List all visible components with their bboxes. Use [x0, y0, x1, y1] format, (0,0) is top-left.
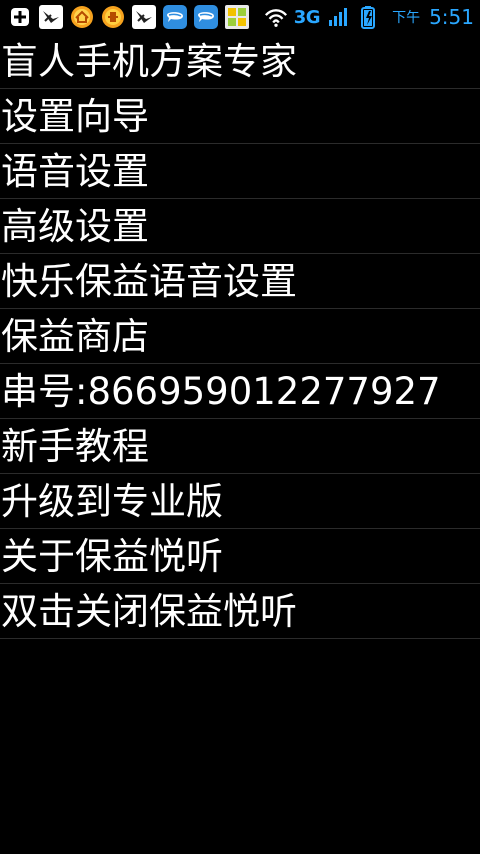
time-period-label: 下午 — [392, 10, 421, 26]
clock-label: 5:51 — [429, 5, 474, 29]
status-bar: 3G 下午 5:51 — [0, 0, 480, 34]
home-app-icon — [70, 5, 94, 29]
menu-item-voice-settings[interactable]: 语音设置 — [0, 144, 480, 199]
coin-app-icon — [101, 5, 125, 29]
battery-charging-icon — [356, 5, 380, 29]
menu-item-upgrade-pro[interactable]: 升级到专业版 — [0, 474, 480, 529]
bird-app-icon — [132, 5, 156, 29]
grid-app-icon — [225, 5, 249, 29]
wifi-icon — [264, 5, 288, 29]
menu-item-imei[interactable]: 串号:866959012277927 — [0, 364, 480, 419]
signal-icon — [326, 5, 350, 29]
notification-icons — [8, 5, 249, 29]
bird-app-icon — [39, 5, 63, 29]
chat-app-icon — [163, 5, 187, 29]
menu-item-happy-voice-settings[interactable]: 快乐保益语音设置 — [0, 254, 480, 309]
chat-app-icon — [194, 5, 218, 29]
system-status: 3G 下午 5:51 — [264, 5, 474, 29]
network-type-label: 3G — [293, 6, 321, 28]
menu-item-store[interactable]: 保益商店 — [0, 309, 480, 364]
menu-item-setup-wizard[interactable]: 设置向导 — [0, 89, 480, 144]
main-menu-list: 盲人手机方案专家 设置向导 语音设置 高级设置 快乐保益语音设置 保益商店 串号… — [0, 34, 480, 639]
menu-item-title[interactable]: 盲人手机方案专家 — [0, 34, 480, 89]
menu-item-tutorial[interactable]: 新手教程 — [0, 419, 480, 474]
menu-item-double-click-close[interactable]: 双击关闭保益悦听 — [0, 584, 480, 639]
menu-item-about[interactable]: 关于保益悦听 — [0, 529, 480, 584]
menu-item-advanced-settings[interactable]: 高级设置 — [0, 199, 480, 254]
add-icon — [8, 5, 32, 29]
